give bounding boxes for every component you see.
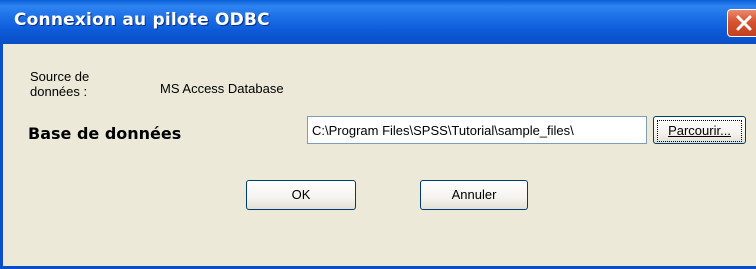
ok-button[interactable]: OK: [246, 180, 356, 210]
ok-button-label: OK: [291, 187, 311, 202]
database-label: Base de données: [28, 124, 182, 143]
close-button[interactable]: [727, 9, 756, 37]
window-title: Connexion au pilote ODBC: [14, 10, 270, 30]
odbc-dialog-window: Connexion au pilote ODBC Source de donné…: [0, 0, 756, 269]
browse-button-label: Parcourir...: [657, 120, 742, 142]
close-icon: [736, 15, 752, 31]
source-value: MS Access Database: [160, 81, 284, 96]
cancel-button-label: Annuler: [451, 187, 497, 202]
database-path-input[interactable]: [307, 116, 647, 144]
cancel-button[interactable]: Annuler: [420, 180, 528, 210]
title-bar[interactable]: Connexion au pilote ODBC: [0, 0, 756, 44]
browse-button[interactable]: Parcourir...: [653, 116, 746, 144]
source-label: Source de données :: [30, 69, 90, 99]
